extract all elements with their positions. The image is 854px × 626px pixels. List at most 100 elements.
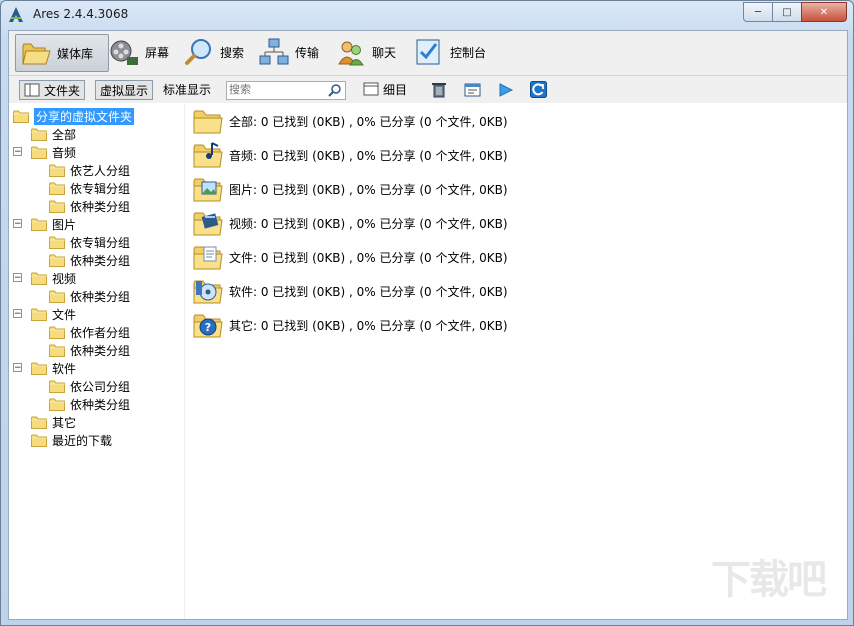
category-status-text: 其它: 0 已找到 (0KB) , 0% 已分享 (0 个文件, 0KB) [229,318,508,333]
tree-item-label: 依作者分组 [70,325,131,340]
folder-icon [31,416,47,429]
app-window: Ares 2.4.4.3068 ─ □ ✕ 媒体库 屏幕 搜索 传输 聊天 控制… [0,0,854,626]
folder-icon [31,434,47,447]
tree-item-label: 最近的下载 [52,433,113,448]
help-folder-icon: ? [192,309,224,341]
tree-expander[interactable]: − [13,147,22,157]
folder-icon [49,182,65,195]
tree-expander[interactable]: − [13,273,22,283]
tree-item[interactable]: 其它 [31,413,76,431]
tree-item[interactable]: 依专辑分组 [49,179,130,197]
tree-item[interactable]: 音频 [31,143,76,161]
tree-item[interactable]: 依种类分组 [49,395,130,413]
folder-icon [49,380,65,393]
window-title: Ares 2.4.4.3068 [33,7,129,21]
film-reel-icon [110,40,138,65]
tree-item-label: 依种类分组 [70,199,131,214]
chat-button[interactable]: 聊天 [331,34,401,70]
console-button[interactable]: 控制台 [409,34,491,70]
category-row[interactable]: ? 其它: 0 已找到 (0KB) , 0% 已分享 (0 个文件, 0KB) [192,308,508,342]
tree-item[interactable]: 依种类分组 [49,251,130,269]
folder-icon [31,218,47,231]
tree-item[interactable]: 依作者分组 [49,323,130,341]
tree-item[interactable]: 最近的下载 [31,431,112,449]
title-bar[interactable]: Ares 2.4.4.3068 ─ □ ✕ [1,1,853,29]
tree-item[interactable]: 软件 [31,359,76,377]
tree-item-label: 依种类分组 [70,289,131,304]
tree-item[interactable]: 依种类分组 [49,287,130,305]
picture-folder-icon [192,173,224,205]
folder-icon [49,236,65,249]
folder-view-icon [24,83,40,97]
folder-icon [49,164,65,177]
tree-item-label: 全部 [52,127,77,142]
screen-button[interactable]: 屏幕 [104,34,174,70]
category-status-text: 视频: 0 已找到 (0KB) , 0% 已分享 (0 个文件, 0KB) [229,216,508,231]
tree-item[interactable]: 全部 [31,125,76,143]
play-icon[interactable] [498,82,514,98]
view-toolbar: 文件夹 虚拟显示 标准显示 细目 [9,76,847,102]
close-button[interactable]: ✕ [801,2,847,22]
tree-item-label: 依种类分组 [70,343,131,358]
tree-item-label: 依种类分组 [70,397,131,412]
document-folder-icon [192,246,224,273]
tree-item[interactable]: 依公司分组 [49,377,130,395]
tree-item[interactable]: 图片 [31,215,76,233]
maximize-button[interactable]: □ [772,2,802,22]
app-content: 媒体库 屏幕 搜索 传输 聊天 控制台 文件夹 虚拟显示 标准显示 搜索 细目 … [8,30,848,620]
virtual-view-button[interactable]: 虚拟显示 [95,80,154,100]
folder-icon [31,308,47,321]
folder-icon [31,272,47,285]
minimize-button[interactable]: ─ [743,2,773,22]
tree-item-label: 依专辑分组 [70,235,131,250]
category-status-text: 音频: 0 已找到 (0KB) , 0% 已分享 (0 个文件, 0KB) [229,148,508,163]
search-icon[interactable] [328,83,342,97]
refresh-icon[interactable] [530,81,547,98]
delete-trash-icon[interactable] [431,82,447,98]
tree-expander[interactable]: − [13,363,22,373]
search-button[interactable]: 搜索 [179,34,249,70]
tree-item-label: 文件 [52,307,77,322]
ares-logo-icon [9,7,23,22]
tree-item[interactable]: 依种类分组 [49,197,130,215]
network-transfer-icon [259,38,289,65]
category-row[interactable]: 视频: 0 已找到 (0KB) , 0% 已分享 (0 个文件, 0KB) [192,206,508,240]
tree-item[interactable]: 依专辑分组 [49,233,130,251]
details-button[interactable]: 细目 [359,80,411,98]
tree-item-label: 图片 [52,217,77,232]
search-input[interactable] [227,82,327,97]
folder-icon [49,200,65,213]
category-row[interactable]: 全部: 0 已找到 (0KB) , 0% 已分享 (0 个文件, 0KB) [192,104,508,138]
tree-expander[interactable]: − [13,309,22,319]
tree-item[interactable]: 依种类分组 [49,341,130,359]
magnifier-icon [185,39,211,65]
library-search-box[interactable] [226,81,346,100]
folder-icon [49,326,65,339]
folder-icon [49,254,65,267]
folder-icon [31,146,47,159]
tree-item-label: 其它 [52,415,77,430]
folder-view-button[interactable]: 文件夹 [19,80,86,100]
standard-view-button[interactable]: 标准显示 [159,80,215,98]
transfer-button[interactable]: 传输 [254,34,324,70]
category-row[interactable]: 软件: 0 已找到 (0KB) , 0% 已分享 (0 个文件, 0KB) [192,274,508,308]
tree-item-label: 视频 [52,271,77,286]
category-row[interactable]: 图片: 0 已找到 (0KB) , 0% 已分享 (0 个文件, 0KB) [192,172,508,206]
tree-item[interactable]: 依艺人分组 [49,161,130,179]
folder-icon [49,398,65,411]
tree-item[interactable]: 视频 [31,269,76,287]
category-row[interactable]: 文件: 0 已找到 (0KB) , 0% 已分享 (0 个文件, 0KB) [192,240,508,274]
open-folder-icon [13,110,29,123]
software-folder-icon [192,275,224,307]
tree-root-item[interactable]: 分享的虚拟文件夹 [13,107,135,125]
video-folder-icon [192,207,224,239]
details-icon [363,82,379,96]
tree-item-label: 依专辑分组 [70,181,131,196]
library-button[interactable]: 媒体库 [15,34,109,72]
tree-expander[interactable]: − [13,219,22,229]
watermark-logo: 下载吧 [711,557,827,603]
properties-icon[interactable] [464,82,482,98]
tree-item[interactable]: 文件 [31,305,76,323]
category-row[interactable]: 音频: 0 已找到 (0KB) , 0% 已分享 (0 个文件, 0KB) [192,138,508,172]
tree-item-label: 软件 [52,361,77,376]
